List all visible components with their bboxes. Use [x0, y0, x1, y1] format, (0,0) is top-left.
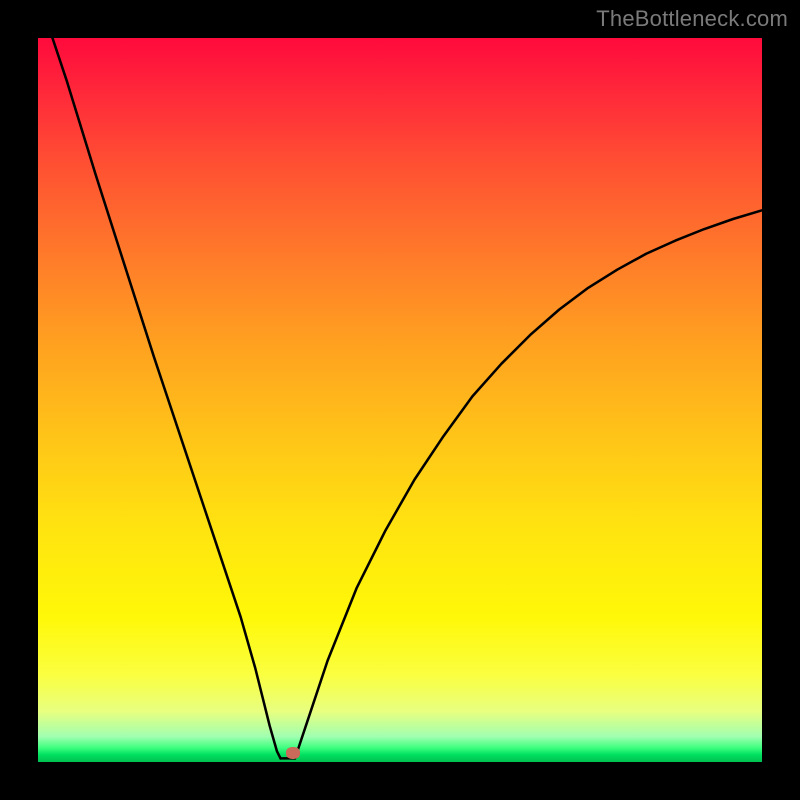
curve-svg	[38, 38, 762, 762]
bottleneck-curve-right	[295, 210, 762, 758]
minimum-marker	[286, 747, 300, 759]
watermark-text: TheBottleneck.com	[596, 6, 788, 32]
chart-frame: TheBottleneck.com	[0, 0, 800, 800]
plot-area	[38, 38, 762, 762]
bottleneck-curve-left	[38, 0, 281, 758]
